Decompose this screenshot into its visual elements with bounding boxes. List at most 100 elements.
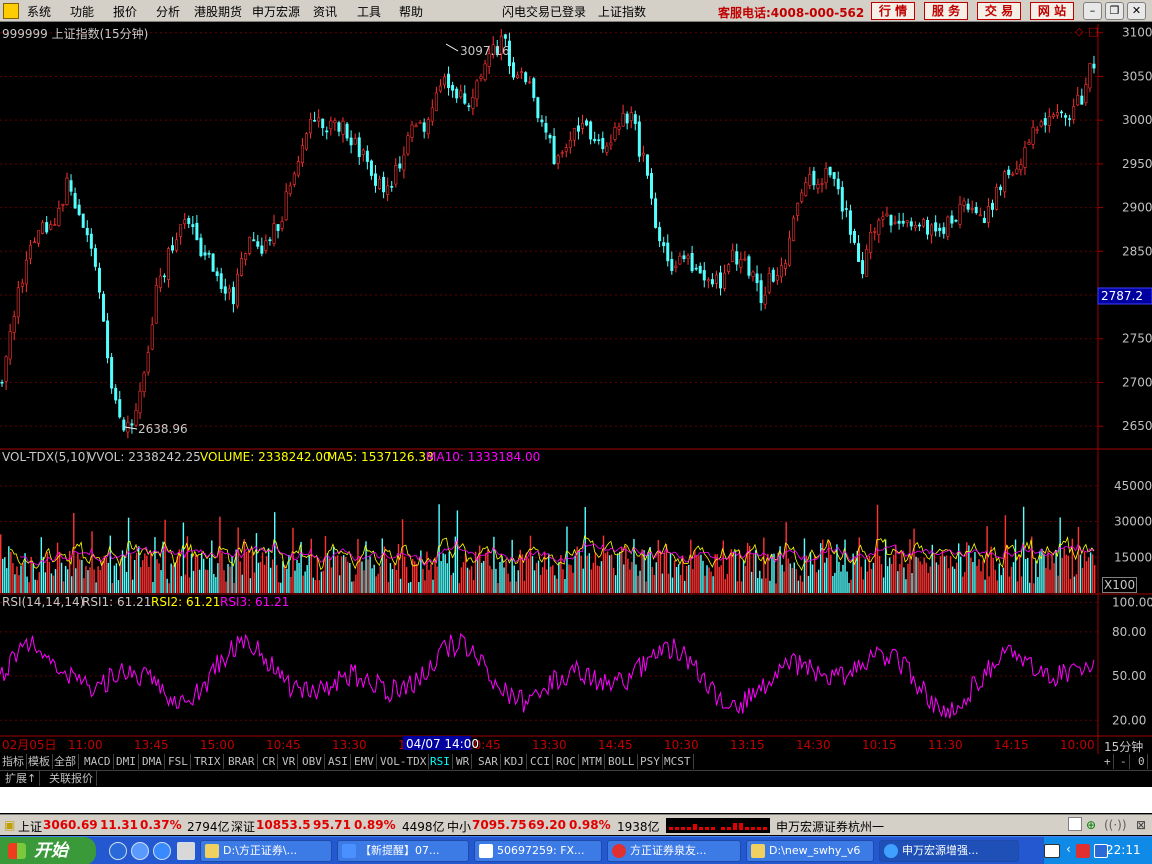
indicator-tab[interactable]: FSL [166,754,191,769]
chart-area[interactable]: 3100305030002950290028502800275027002650… [0,24,1152,754]
sz-pct: 0.89% [354,818,396,832]
indicator-tab[interactable]: OBV [300,754,325,769]
volume-bar [677,564,680,593]
volume-bar [769,580,771,593]
ie-icon[interactable] [109,842,127,860]
task-reminder[interactable]: 【新提醒】07... [337,840,469,862]
volume-bar [757,578,759,593]
keyboard-icon[interactable] [1044,844,1060,858]
menu-news[interactable]: 资讯 [313,3,337,20]
volume-tick-label: 45000 [1114,479,1152,493]
volume-bar [324,535,327,593]
candle-body [970,208,974,211]
trade-button[interactable]: 交 易 [977,2,1021,20]
note-icon[interactable] [1068,817,1082,831]
indicator-tab[interactable]: BRAR [226,754,258,769]
tab-control-button[interactable]: - [1118,754,1130,769]
task-fzzq-friends[interactable]: 方正证券泉友... [607,840,741,862]
candle-body [191,224,195,227]
volume-bar [529,535,532,593]
indicator-tab[interactable]: ROC [554,754,579,769]
indicator-tab[interactable]: TRIX [192,754,224,769]
volume-bar [905,579,907,593]
tray-app-icon[interactable] [1076,844,1090,858]
window-toggle-icon[interactable]: □ [1088,25,1098,38]
cert-icon[interactable]: ⊕ [1086,818,1096,832]
volume-bar [688,564,690,593]
candle-body [986,206,990,223]
menu-analysis[interactable]: 分析 [156,3,180,20]
indicator-tab[interactable]: PSY [638,754,663,769]
volume-bar [657,539,660,593]
indicator-tab[interactable]: SAR [476,754,501,769]
indicator-tab[interactable]: CCI [528,754,553,769]
indicator-tab[interactable]: MCST [662,754,694,769]
indicator-tab[interactable]: MTM [580,754,605,769]
menu-hk-futures[interactable]: 港股期货 [194,3,242,20]
market-button[interactable]: 行 情 [871,2,915,20]
volume-bar [436,566,438,593]
indicator-tab[interactable]: ASI [326,754,351,769]
volume-bar [832,576,834,593]
desktop-icon[interactable] [153,842,171,860]
volume-bar [101,561,103,593]
indicator-tab[interactable]: VOL-TDX [378,754,430,769]
chart-svg[interactable]: 3100305030002950290028502800275027002650… [0,24,1152,754]
candle-body [966,203,970,210]
lock-icon[interactable]: ⊠ [1136,818,1146,832]
indicator-tab[interactable]: DMA [140,754,165,769]
time-axis-label: 14:30 [796,738,831,752]
minimize-icon[interactable]: – [1083,2,1102,20]
volume-ma10: MA10: 1333184.00 [426,450,541,464]
menu-swhy[interactable]: 申万宏源 [252,3,300,20]
service-button[interactable]: 服 务 [924,2,968,20]
app-quicklaunch-icon[interactable] [177,842,195,860]
tab-control-button[interactable]: + [1102,754,1114,769]
menu-help[interactable]: 帮助 [399,3,423,20]
tab-related-quote[interactable]: 关联报价 [46,771,97,786]
volume-bar [223,570,225,593]
volume-bar [233,582,235,593]
task-folder-fzzq[interactable]: D:\方正证券\... [200,840,332,862]
start-button[interactable]: 开始 [0,837,96,864]
volume-bar [144,553,146,593]
menu-system[interactable]: 系统 [27,3,51,20]
indicator-tab[interactable]: KDJ [502,754,527,769]
indicator-tab[interactable]: BOLL [606,754,638,769]
indicator-tab[interactable]: DMI [114,754,139,769]
broker-name: 申万宏源证券杭州一 [776,820,885,834]
indicator-tab[interactable]: EMV [352,754,377,769]
candle-body [881,216,885,220]
task-fx[interactable]: 50697259: FX... [474,840,602,862]
period-label[interactable]: 15分钟 [1104,738,1143,755]
volume-bar [822,539,824,593]
task-folder-swhy[interactable]: D:\new_swhy_v6 [746,840,874,862]
indicator-tab[interactable]: 指标 [0,754,27,769]
volume-bar [803,538,806,593]
signal-icon[interactable]: ((·)) [1104,818,1127,832]
indicator-tab[interactable]: 全部 [52,754,79,769]
candle-body [211,253,215,272]
indicator-tab[interactable]: 模板 [26,754,53,769]
browser-icon[interactable] [131,842,149,860]
volume-bar [594,552,597,593]
indicator-tab[interactable]: RSI [428,754,453,769]
volume-bar [882,577,885,593]
indicator-tab[interactable]: CR [260,754,279,769]
volume-bar [1014,539,1017,593]
website-button[interactable]: 网 站 [1030,2,1074,20]
tab-control-button[interactable]: 0 [1136,754,1148,769]
indicator-tab[interactable]: VR [280,754,299,769]
diamond-icon[interactable]: ◇ [1075,25,1083,38]
indicator-tab[interactable]: WR [454,754,473,769]
menu-tools[interactable]: 工具 [357,3,381,20]
tab-expand[interactable]: 扩展↑ [2,771,41,786]
close-icon[interactable]: ✕ [1127,2,1146,20]
task-swhy-active[interactable]: 申万宏源增强... [879,840,1019,862]
candle-body [438,85,442,92]
menu-quote[interactable]: 报价 [113,3,137,20]
indicator-tab[interactable]: MACD [82,754,114,769]
menu-function[interactable]: 功能 [70,3,94,20]
volume-bar [779,546,781,593]
restore-icon[interactable]: ❐ [1105,2,1124,20]
